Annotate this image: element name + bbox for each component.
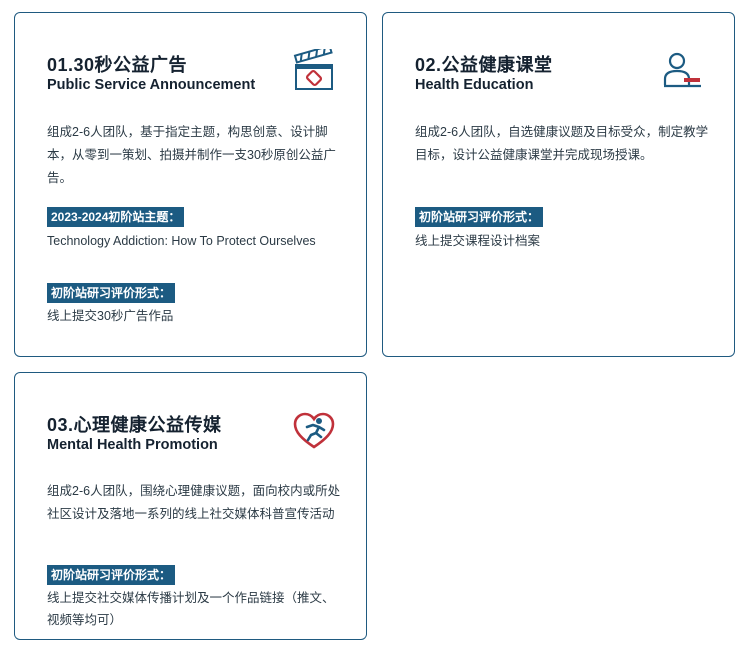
lecturer-icon (663, 52, 701, 88)
card-subtitle: Health Education (415, 77, 534, 93)
eval-text: 线上提交30秒广告作品 (47, 309, 174, 323)
eval-badge: 初阶站研习评价形式： (47, 565, 176, 585)
card-title: 03.心理健康公益传媒 (47, 415, 222, 435)
card-description: 组成2-6人团队，自选健康议题及目标受众，制定教学目标，设计公益健康课堂并完成现… (415, 125, 709, 162)
theme-text: Technology Addiction: How To Protect Our… (47, 234, 316, 248)
card-title: 02.公益健康课堂 (415, 55, 553, 75)
card-title: 01.30秒公益广告 (47, 55, 188, 75)
eval-badge: 初阶站研习评价形式： (47, 283, 176, 303)
card-mental-health: 03.心理健康公益传媒 Mental Health Promotion 组成2-… (14, 372, 367, 640)
theme-badge: 2023-2024初阶站主题： (47, 207, 185, 227)
card-psa: 01.30秒公益广告 Public Service Announcement 组… (14, 12, 367, 357)
card-subtitle: Public Service Announcement (47, 77, 256, 93)
eval-badge: 初阶站研习评价形式： (415, 207, 544, 227)
heart-runner-icon (293, 412, 335, 449)
card-subtitle: Mental Health Promotion (47, 437, 218, 453)
eval-text: 线上提交课程设计档案 (415, 234, 541, 248)
eval-text: 线上提交社交媒体传播计划及一个作品链接（推文、视频等均可） (47, 591, 335, 627)
card-description: 组成2-6人团队，基于指定主题，构思创意、设计脚本，从零到一策划、拍摄并制作一支… (47, 125, 336, 185)
clapperboard-icon (293, 49, 333, 90)
card-health-education: 02.公益健康课堂 Health Education 组成2-6人团队，自选健康… (382, 12, 735, 357)
card-description: 组成2-6人团队，围绕心理健康议题，面向校内或所处社区设计及落地一系列的线上社交… (47, 484, 341, 521)
